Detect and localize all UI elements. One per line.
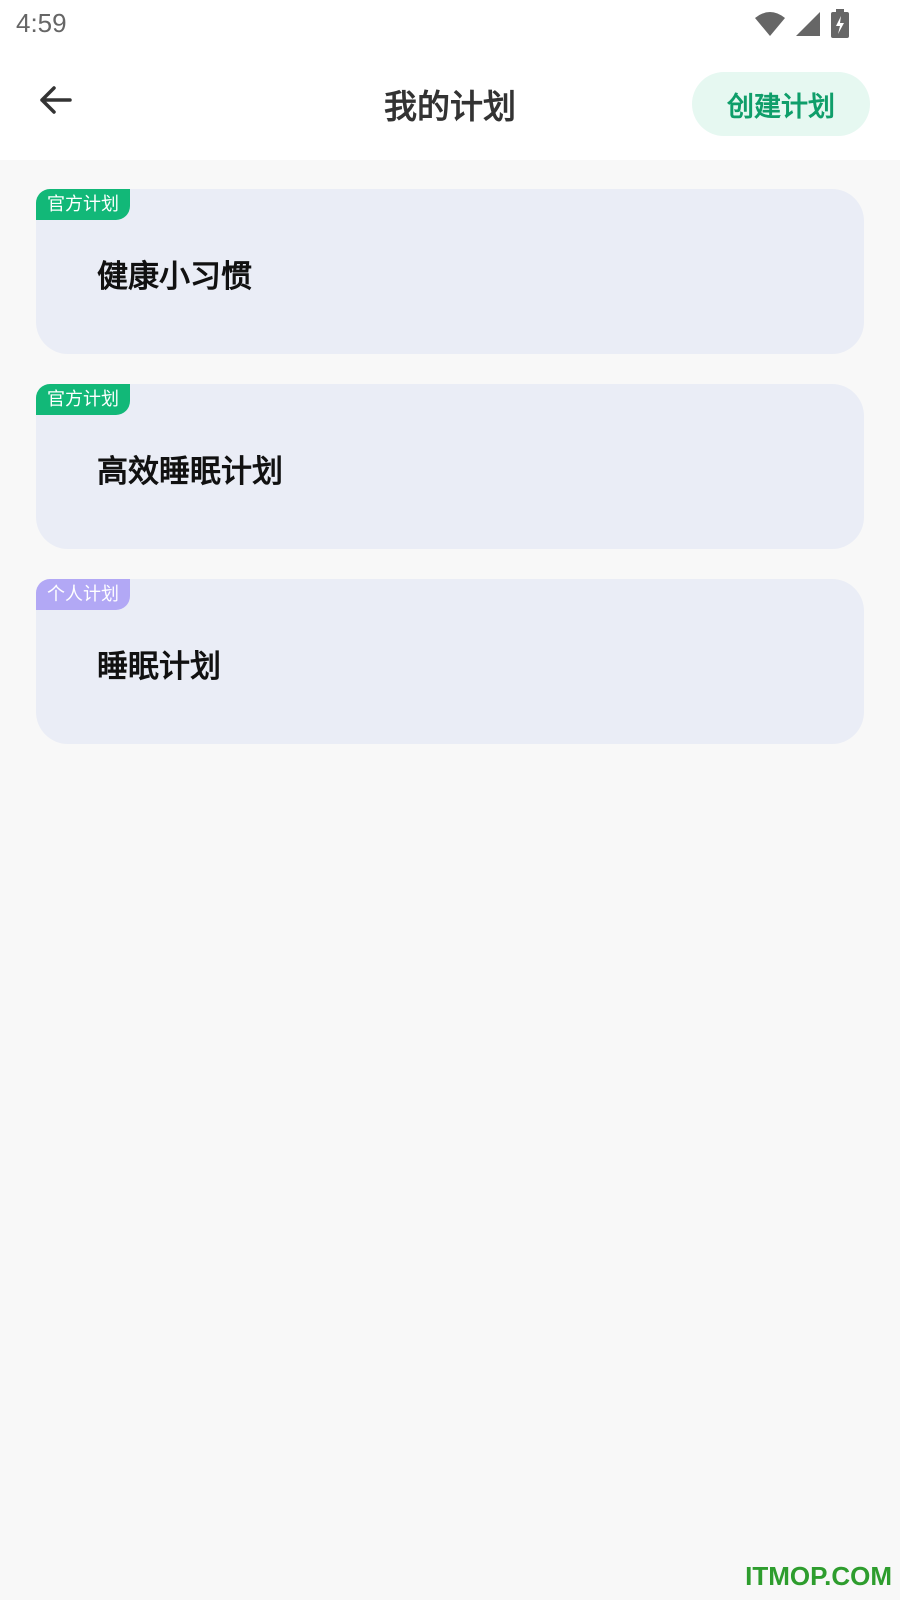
plan-card[interactable]: 官方计划 高效睡眠计划	[36, 384, 864, 549]
status-icons	[754, 9, 850, 43]
plan-title: 睡眠计划	[97, 649, 221, 685]
watermark: ITMOP.COM	[745, 1561, 892, 1591]
plan-title: 健康小习惯	[97, 259, 252, 295]
plan-title: 高效睡眠计划	[97, 454, 283, 490]
create-plan-button[interactable]: 创建计划	[692, 72, 870, 136]
status-bar: 4:59	[0, 0, 900, 50]
header: 我的计划 创建计划	[0, 50, 900, 160]
plan-card[interactable]: 个人计划 睡眠计划	[36, 579, 864, 744]
plan-list: 官方计划 健康小习惯 官方计划 高效睡眠计划 个人计划 睡眠计划	[36, 189, 864, 774]
status-time: 4:59	[16, 8, 67, 38]
plan-card[interactable]: 官方计划 健康小习惯	[36, 189, 864, 354]
plan-tag: 官方计划	[36, 384, 130, 415]
wifi-icon	[754, 10, 786, 42]
battery-charging-icon	[830, 9, 850, 43]
signal-icon	[794, 10, 822, 42]
plan-tag: 官方计划	[36, 189, 130, 220]
plan-tag: 个人计划	[36, 579, 130, 610]
